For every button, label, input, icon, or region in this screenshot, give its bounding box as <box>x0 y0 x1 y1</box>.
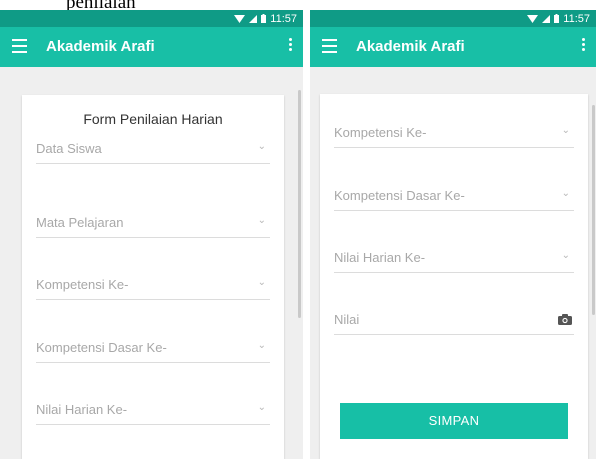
dropdown-label: Nilai Harian Ke- <box>334 250 426 265</box>
status-time: 11:57 <box>563 12 590 25</box>
chevron-down-icon: ⌄ <box>257 340 266 351</box>
hamburger-menu-icon[interactable] <box>322 39 337 55</box>
chevron-down-icon: ⌄ <box>561 188 570 199</box>
dropdown-label: Kompetensi Ke- <box>334 125 427 140</box>
signal-icon <box>542 14 551 23</box>
app-bar: Akademik Arafi <box>0 27 303 67</box>
dropdown-label: Kompetensi Ke- <box>36 277 129 292</box>
nilai-harian-dropdown[interactable]: Nilai Harian Ke- ⌄ <box>36 400 270 425</box>
status-time: 11:57 <box>270 12 297 25</box>
wifi-icon <box>527 15 539 23</box>
data-siswa-dropdown[interactable]: Data Siswa ⌄ <box>36 139 270 164</box>
status-icons: 11:57 <box>234 10 297 27</box>
more-options-icon[interactable] <box>580 38 586 56</box>
hamburger-menu-icon[interactable] <box>12 39 27 55</box>
battery-icon <box>261 14 267 23</box>
chevron-down-icon: ⌄ <box>257 141 266 152</box>
nilai-harian-dropdown[interactable]: Nilai Harian Ke- ⌄ <box>334 248 574 273</box>
phone-screen-right: 11:57 Akademik Arafi Kompetensi Ke- ⌄ Ko… <box>310 10 596 459</box>
kompetensi-dropdown[interactable]: Kompetensi Ke- ⌄ <box>36 275 270 300</box>
mata-pelajaran-dropdown[interactable]: Mata Pelajaran ⌄ <box>36 213 270 238</box>
battery-icon <box>554 14 560 23</box>
camera-icon[interactable] <box>558 314 572 325</box>
signal-icon <box>249 14 258 23</box>
form-title: Form Penilaian Harian <box>83 111 223 127</box>
app-title: Akademik Arafi <box>46 38 155 55</box>
app-bar: Akademik Arafi <box>310 27 596 67</box>
chevron-down-icon: ⌄ <box>561 125 570 136</box>
form-card: Kompetensi Ke- ⌄ Kompetensi Dasar Ke- ⌄ … <box>320 94 588 459</box>
dropdown-label: Mata Pelajaran <box>36 215 124 230</box>
more-options-icon[interactable] <box>287 38 293 56</box>
kompetensi-dropdown[interactable]: Kompetensi Ke- ⌄ <box>334 123 574 148</box>
dropdown-label: Nilai Harian Ke- <box>36 402 128 417</box>
chevron-down-icon: ⌄ <box>561 250 570 261</box>
dropdown-label: Kompetensi Dasar Ke- <box>334 188 465 203</box>
chevron-down-icon: ⌄ <box>257 277 266 288</box>
kompetensi-dasar-dropdown[interactable]: Kompetensi Dasar Ke- ⌄ <box>36 338 270 363</box>
dropdown-label: Data Siswa <box>36 141 102 156</box>
simpan-button[interactable]: SIMPAN <box>340 403 568 439</box>
wifi-icon <box>234 15 246 23</box>
chevron-down-icon: ⌄ <box>257 402 266 413</box>
nilai-input[interactable]: Nilai <box>334 310 574 335</box>
status-bar: 11:57 <box>310 10 596 27</box>
status-icons: 11:57 <box>527 10 590 27</box>
scrollbar[interactable] <box>592 105 595 315</box>
kompetensi-dasar-dropdown[interactable]: Kompetensi Dasar Ke- ⌄ <box>334 186 574 211</box>
dropdown-label: Kompetensi Dasar Ke- <box>36 340 167 355</box>
status-bar: 11:57 <box>0 10 303 27</box>
phone-screen-left: 11:57 Akademik Arafi Form Penilaian Hari… <box>0 10 303 459</box>
app-title: Akademik Arafi <box>356 38 465 55</box>
nilai-placeholder: Nilai <box>334 312 360 327</box>
scrollbar[interactable] <box>298 90 301 318</box>
form-card: Form Penilaian Harian Data Siswa ⌄ Mata … <box>22 95 284 459</box>
chevron-down-icon: ⌄ <box>257 215 266 226</box>
